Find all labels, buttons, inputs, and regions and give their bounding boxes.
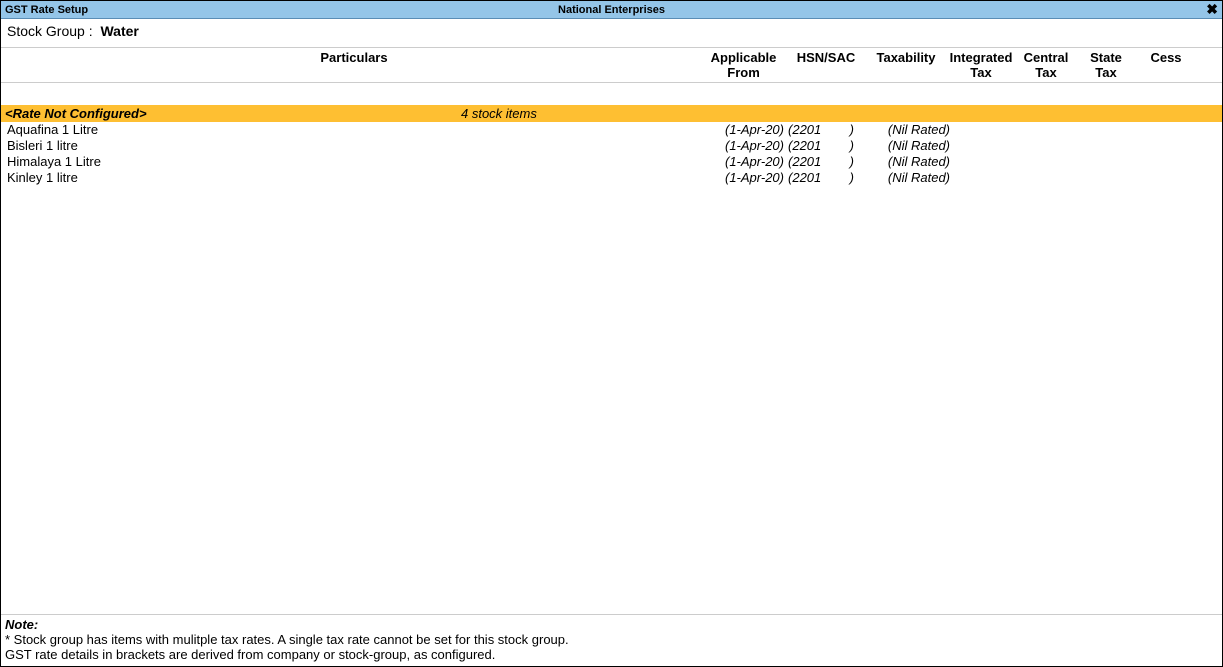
note-line-2: GST rate details in brackets are derived… xyxy=(5,647,1218,662)
table-row[interactable]: Bisleri 1 litre(1-Apr-20)(2201)(Nil Rate… xyxy=(1,138,1222,154)
col-header-integrated-l1: Integrated xyxy=(950,50,1013,65)
col-header-cess: Cess xyxy=(1136,50,1196,65)
col-header-integrated: Integrated Tax xyxy=(946,50,1016,80)
col-header-state-l1: State xyxy=(1090,50,1122,65)
col-header-taxability: Taxability xyxy=(866,50,946,65)
stock-group-row: Stock Group : Water xyxy=(1,19,1222,48)
item-applicable-from: (1-Apr-20) xyxy=(701,154,786,170)
col-header-applicable-l1: Applicable xyxy=(711,50,777,65)
table-row[interactable]: Kinley 1 litre(1-Apr-20)(2201)(Nil Rated… xyxy=(1,170,1222,186)
group-header-row[interactable]: <Rate Not Configured> 4 stock items xyxy=(1,105,1222,122)
item-taxability: (Nil Rated) xyxy=(866,122,954,138)
item-hsn: (2201) xyxy=(786,154,866,170)
item-taxability: (Nil Rated) xyxy=(866,138,954,154)
group-count: 4 stock items xyxy=(461,105,711,122)
item-taxability: (Nil Rated) xyxy=(866,170,954,186)
table-row[interactable]: Aquafina 1 Litre(1-Apr-20)(2201)(Nil Rat… xyxy=(1,122,1222,138)
note-line-1: * Stock group has items with mulitple ta… xyxy=(5,632,1218,647)
col-header-integrated-l2: Tax xyxy=(970,65,991,80)
stock-group-label: Stock Group : xyxy=(7,23,93,39)
item-hsn: (2201) xyxy=(786,170,866,186)
note-section: Note: * Stock group has items with mulit… xyxy=(1,614,1222,666)
col-header-hsn: HSN/SAC xyxy=(786,50,866,65)
close-icon[interactable]: ✖ xyxy=(1206,1,1218,17)
stock-group-value: Water xyxy=(100,23,138,39)
col-header-central-l1: Central xyxy=(1024,50,1069,65)
column-header-row: Particulars Applicable From HSN/SAC Taxa… xyxy=(1,48,1222,83)
note-title: Note: xyxy=(5,617,1218,632)
item-applicable-from: (1-Apr-20) xyxy=(701,170,786,186)
col-header-applicable-l2: From xyxy=(727,65,760,80)
titlebar: GST Rate Setup National Enterprises ✖ xyxy=(1,1,1222,19)
col-header-state-l2: Tax xyxy=(1095,65,1116,80)
item-taxability: (Nil Rated) xyxy=(866,154,954,170)
grid-body: <Rate Not Configured> 4 stock items Aqua… xyxy=(1,83,1222,614)
col-header-applicable: Applicable From xyxy=(701,50,786,80)
col-header-central: Central Tax xyxy=(1016,50,1076,80)
item-name: Aquafina 1 Litre xyxy=(1,122,701,138)
col-header-central-l2: Tax xyxy=(1035,65,1056,80)
table-row[interactable]: Himalaya 1 Litre(1-Apr-20)(2201)(Nil Rat… xyxy=(1,154,1222,170)
group-title: <Rate Not Configured> xyxy=(1,105,461,122)
item-hsn: (2201) xyxy=(786,138,866,154)
item-hsn: (2201) xyxy=(786,122,866,138)
item-name: Himalaya 1 Litre xyxy=(1,154,701,170)
spacer-row xyxy=(1,83,1222,105)
item-name: Bisleri 1 litre xyxy=(1,138,701,154)
item-applicable-from: (1-Apr-20) xyxy=(701,122,786,138)
titlebar-center-title: National Enterprises xyxy=(558,4,665,16)
titlebar-left-title: GST Rate Setup xyxy=(5,4,88,16)
item-applicable-from: (1-Apr-20) xyxy=(701,138,786,154)
col-header-state: State Tax xyxy=(1076,50,1136,80)
col-header-particulars: Particulars xyxy=(1,50,701,65)
item-name: Kinley 1 litre xyxy=(1,170,701,186)
